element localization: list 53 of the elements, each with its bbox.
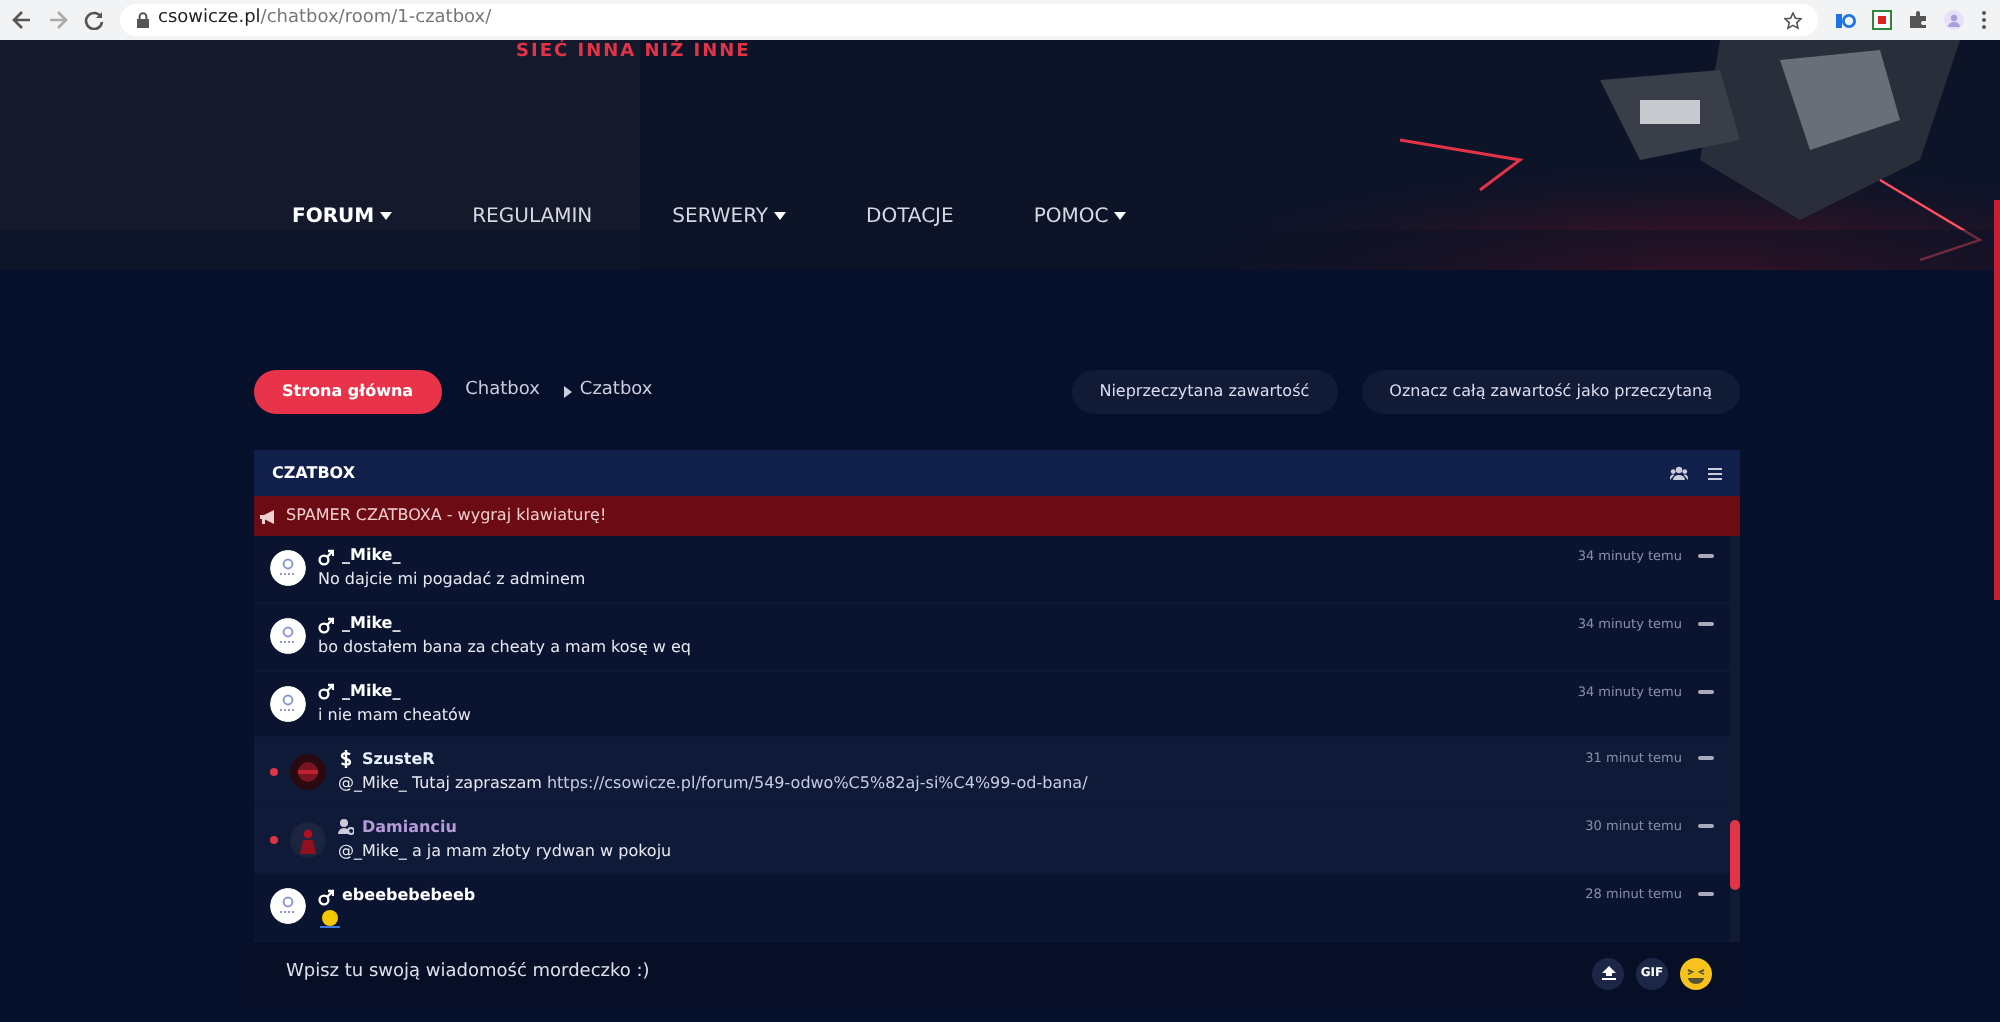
nav-tab[interactable]: SERWERY <box>660 192 798 270</box>
chevron-icon <box>563 386 572 398</box>
caret-icon <box>380 212 393 221</box>
nav-tab[interactable]: POMOC <box>1021 192 1139 270</box>
scrollbar-thumb[interactable] <box>1994 200 2000 600</box>
caret-icon <box>1114 212 1127 221</box>
nav-tab[interactable]: DOTACJE <box>854 192 966 270</box>
more-icon[interactable] <box>1698 621 1714 626</box>
more-icon[interactable] <box>1698 689 1714 694</box>
reload-icon[interactable] <box>84 10 104 30</box>
breadcrumb-link[interactable]: Czatbox <box>579 378 653 406</box>
lock-icon <box>136 12 150 28</box>
extension-icon[interactable] <box>1872 10 1892 30</box>
emoji-button[interactable] <box>1680 957 1712 989</box>
more-icon[interactable] <box>1698 891 1714 896</box>
announcement-text: SPAMER CZATBOXA - wygraj klawiaturę! <box>286 504 607 528</box>
username[interactable]: _Mike_ <box>342 679 401 704</box>
star-icon[interactable] <box>1784 11 1802 29</box>
username[interactable]: _Mike_ <box>342 612 401 637</box>
chat-title: CZATBOX <box>272 461 355 485</box>
username[interactable]: SzusteR <box>362 747 435 772</box>
back-icon[interactable] <box>12 10 32 30</box>
upload-icon <box>1601 966 1615 980</box>
caret-icon <box>774 212 786 221</box>
menu-icon[interactable] <box>1708 467 1722 479</box>
action-button[interactable]: Nieprzeczytana zawartość <box>1071 370 1338 414</box>
message-text: i nie mam cheatów <box>318 703 471 728</box>
nav-tab[interactable]: FORUM <box>280 192 405 270</box>
username[interactable]: Damianciu <box>362 815 457 840</box>
megaphone-icon <box>260 509 276 523</box>
action-button[interactable]: Oznacz całą zawartość jako przeczytaną <box>1361 370 1740 414</box>
scrollbar-thumb[interactable] <box>1730 820 1740 890</box>
message-text: @_Mike_ a ja mam złoty rydwan w pokoju <box>338 839 672 864</box>
url-text: csowicze.pl/chatbox/room/1-czatbox/ <box>158 6 492 33</box>
puzzle-icon[interactable] <box>1908 10 1928 30</box>
more-icon[interactable] <box>1698 756 1714 761</box>
tagline: SIEĆ INNA NIŻ INNE <box>516 40 751 66</box>
nav-tab[interactable]: REGULAMIN <box>460 192 605 270</box>
message-input[interactable]: Wpisz tu swoją wiadomość mordeczko :) <box>282 957 929 989</box>
username[interactable]: ebeebebebeeb <box>342 884 476 909</box>
more-icon[interactable] <box>1698 824 1714 829</box>
message-text: bo dostałem bana za cheaty a mam kosę w eq <box>318 636 692 661</box>
username[interactable]: _Mike_ <box>342 544 401 569</box>
breadcrumb-link[interactable]: Chatbox <box>465 378 540 406</box>
message-text: @_Mike_ Tutaj zapraszam https://csowicze.pl/forum/549-odwo%C5%82aj-si%C4%99-od-bana/ <box>338 771 1088 796</box>
extension-icon[interactable] <box>1834 11 1856 29</box>
users-icon[interactable] <box>1670 466 1688 480</box>
message-link[interactable]: https://csowicze.pl/forum/549-odwo%C5%82aj-si%C4%99-od-bana/ <box>546 773 1088 792</box>
home-button[interactable]: Strona główna <box>254 370 442 414</box>
message-text: No dajcie mi pogadać z adminem <box>318 568 586 593</box>
upload-button[interactable] <box>1592 957 1624 989</box>
menu-icon[interactable] <box>1980 10 1988 30</box>
address-bar[interactable]: csowicze.pl/chatbox/room/1-czatbox/ <box>120 4 1818 36</box>
